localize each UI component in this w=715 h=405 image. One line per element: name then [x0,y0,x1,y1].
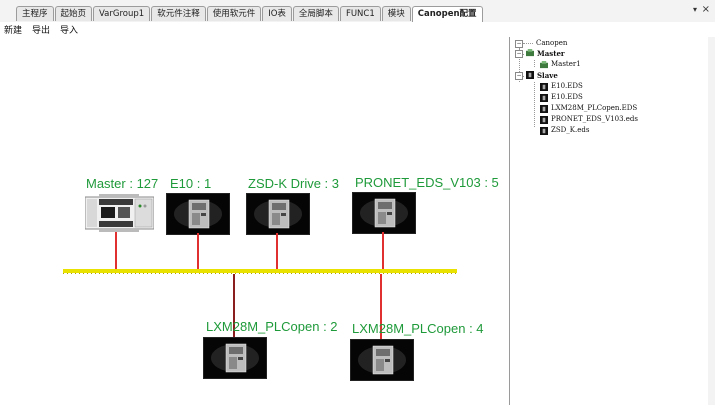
servo-drive-icon [351,340,413,380]
tree-slave-toggle[interactable]: − [515,72,523,80]
export-button[interactable]: 导出 [32,23,50,36]
tree-connector [523,43,533,44]
lxm28m-2-drive-device[interactable] [203,337,267,379]
import-button[interactable]: 导入 [60,23,78,36]
tab-list: 主程序 起始页 VarGroup1 软元件注释 使用软元件 IO表 全局脚本 F… [16,6,484,22]
tab-main-program[interactable]: 主程序 [16,6,54,21]
master-device-icon [540,61,548,69]
zsd-k-drive-device[interactable] [246,193,310,235]
tab-io-table[interactable]: IO表 [262,6,292,21]
pronet-drive-device[interactable] [352,192,416,234]
new-button[interactable]: 新建 [4,23,22,36]
lxm28m-4-drive-device[interactable] [350,339,414,381]
canbus-line [63,269,457,274]
tab-used-devices[interactable]: 使用软元件 [206,6,262,21]
tree-slave-item[interactable]: LXM28M_PLCopen.EDS [551,103,637,114]
master-plc-device[interactable] [84,194,155,232]
slave-icon [526,71,534,79]
tree-master-toggle[interactable]: − [515,50,523,58]
tab-dropdown-icon[interactable]: ▾ [693,5,697,14]
slave-device-icon [540,83,548,91]
tree-slave-item[interactable]: ZSD_K.eds [551,125,589,136]
slave-device-icon [540,94,548,102]
slave-device-icon [540,105,548,113]
zsd-k-node-label: ZSD-K Drive : 3 [248,176,340,191]
servo-drive-icon [167,194,229,234]
tree-master-group[interactable]: Master [537,48,565,59]
panel-edge-strip [708,37,715,405]
network-canvas[interactable]: Master : 127 E10 : 1 ZSD-K Drive : 3 PRO… [0,37,508,405]
e10-drive-device[interactable] [166,193,230,235]
tree-slave-item[interactable]: PRONET_EDS_V103.eds [551,114,638,125]
tab-vargroup1[interactable]: VarGroup1 [93,6,151,21]
e10-bus-link [197,233,199,270]
slave-device-icon [540,127,548,135]
toolbar: 新建 导出 导入 [0,22,715,36]
master-node-label: Master : 127 [86,176,159,191]
tab-device-comments[interactable]: 软元件注释 [151,6,206,21]
master-bus-link [115,232,117,270]
document-tab-bar: 主程序 起始页 VarGroup1 软元件注释 使用软元件 IO表 全局脚本 F… [0,0,715,23]
lxm28m-2-node-label: LXM28M_PLCopen : 2 [206,319,338,334]
servo-drive-icon [353,193,415,233]
canopen-config-window: 主程序 起始页 VarGroup1 软元件注释 使用软元件 IO表 全局脚本 F… [0,0,715,405]
servo-drive-icon [247,194,309,234]
plc-icon [84,194,155,232]
tree-slave-group[interactable]: Slave [537,70,558,81]
tab-start-page[interactable]: 起始页 [54,6,93,21]
lxm28m-4-node-label: LXM28M_PLCopen : 4 [352,321,484,336]
tab-func1[interactable]: FUNC1 [339,6,381,21]
zsd-k-bus-link [276,233,278,270]
device-tree-panel: − Canopen − Master Master1 − Slave E10.E… [509,37,710,405]
tab-canopen-config[interactable]: Canopen配置 [411,6,483,22]
slave-device-icon [540,116,548,124]
tree-connector [534,60,535,67]
tab-global-script[interactable]: 全局脚本 [292,6,339,21]
pronet-bus-link [382,232,384,270]
master-icon [526,49,534,57]
close-icon[interactable]: × [702,4,710,15]
tab-module[interactable]: 模块 [381,6,411,21]
tree-slave-item[interactable]: E10.EDS [551,81,583,92]
e10-node-label: E10 : 1 [170,176,212,191]
tree-connector [534,82,535,127]
servo-drive-icon [204,338,266,378]
tree-slave-item[interactable]: E10.EDS [551,92,583,103]
tree-master1[interactable]: Master1 [551,59,581,70]
pronet-node-label: PRONET_EDS_V103 : 5 [355,175,499,190]
tree-root-toggle[interactable]: − [515,40,523,48]
